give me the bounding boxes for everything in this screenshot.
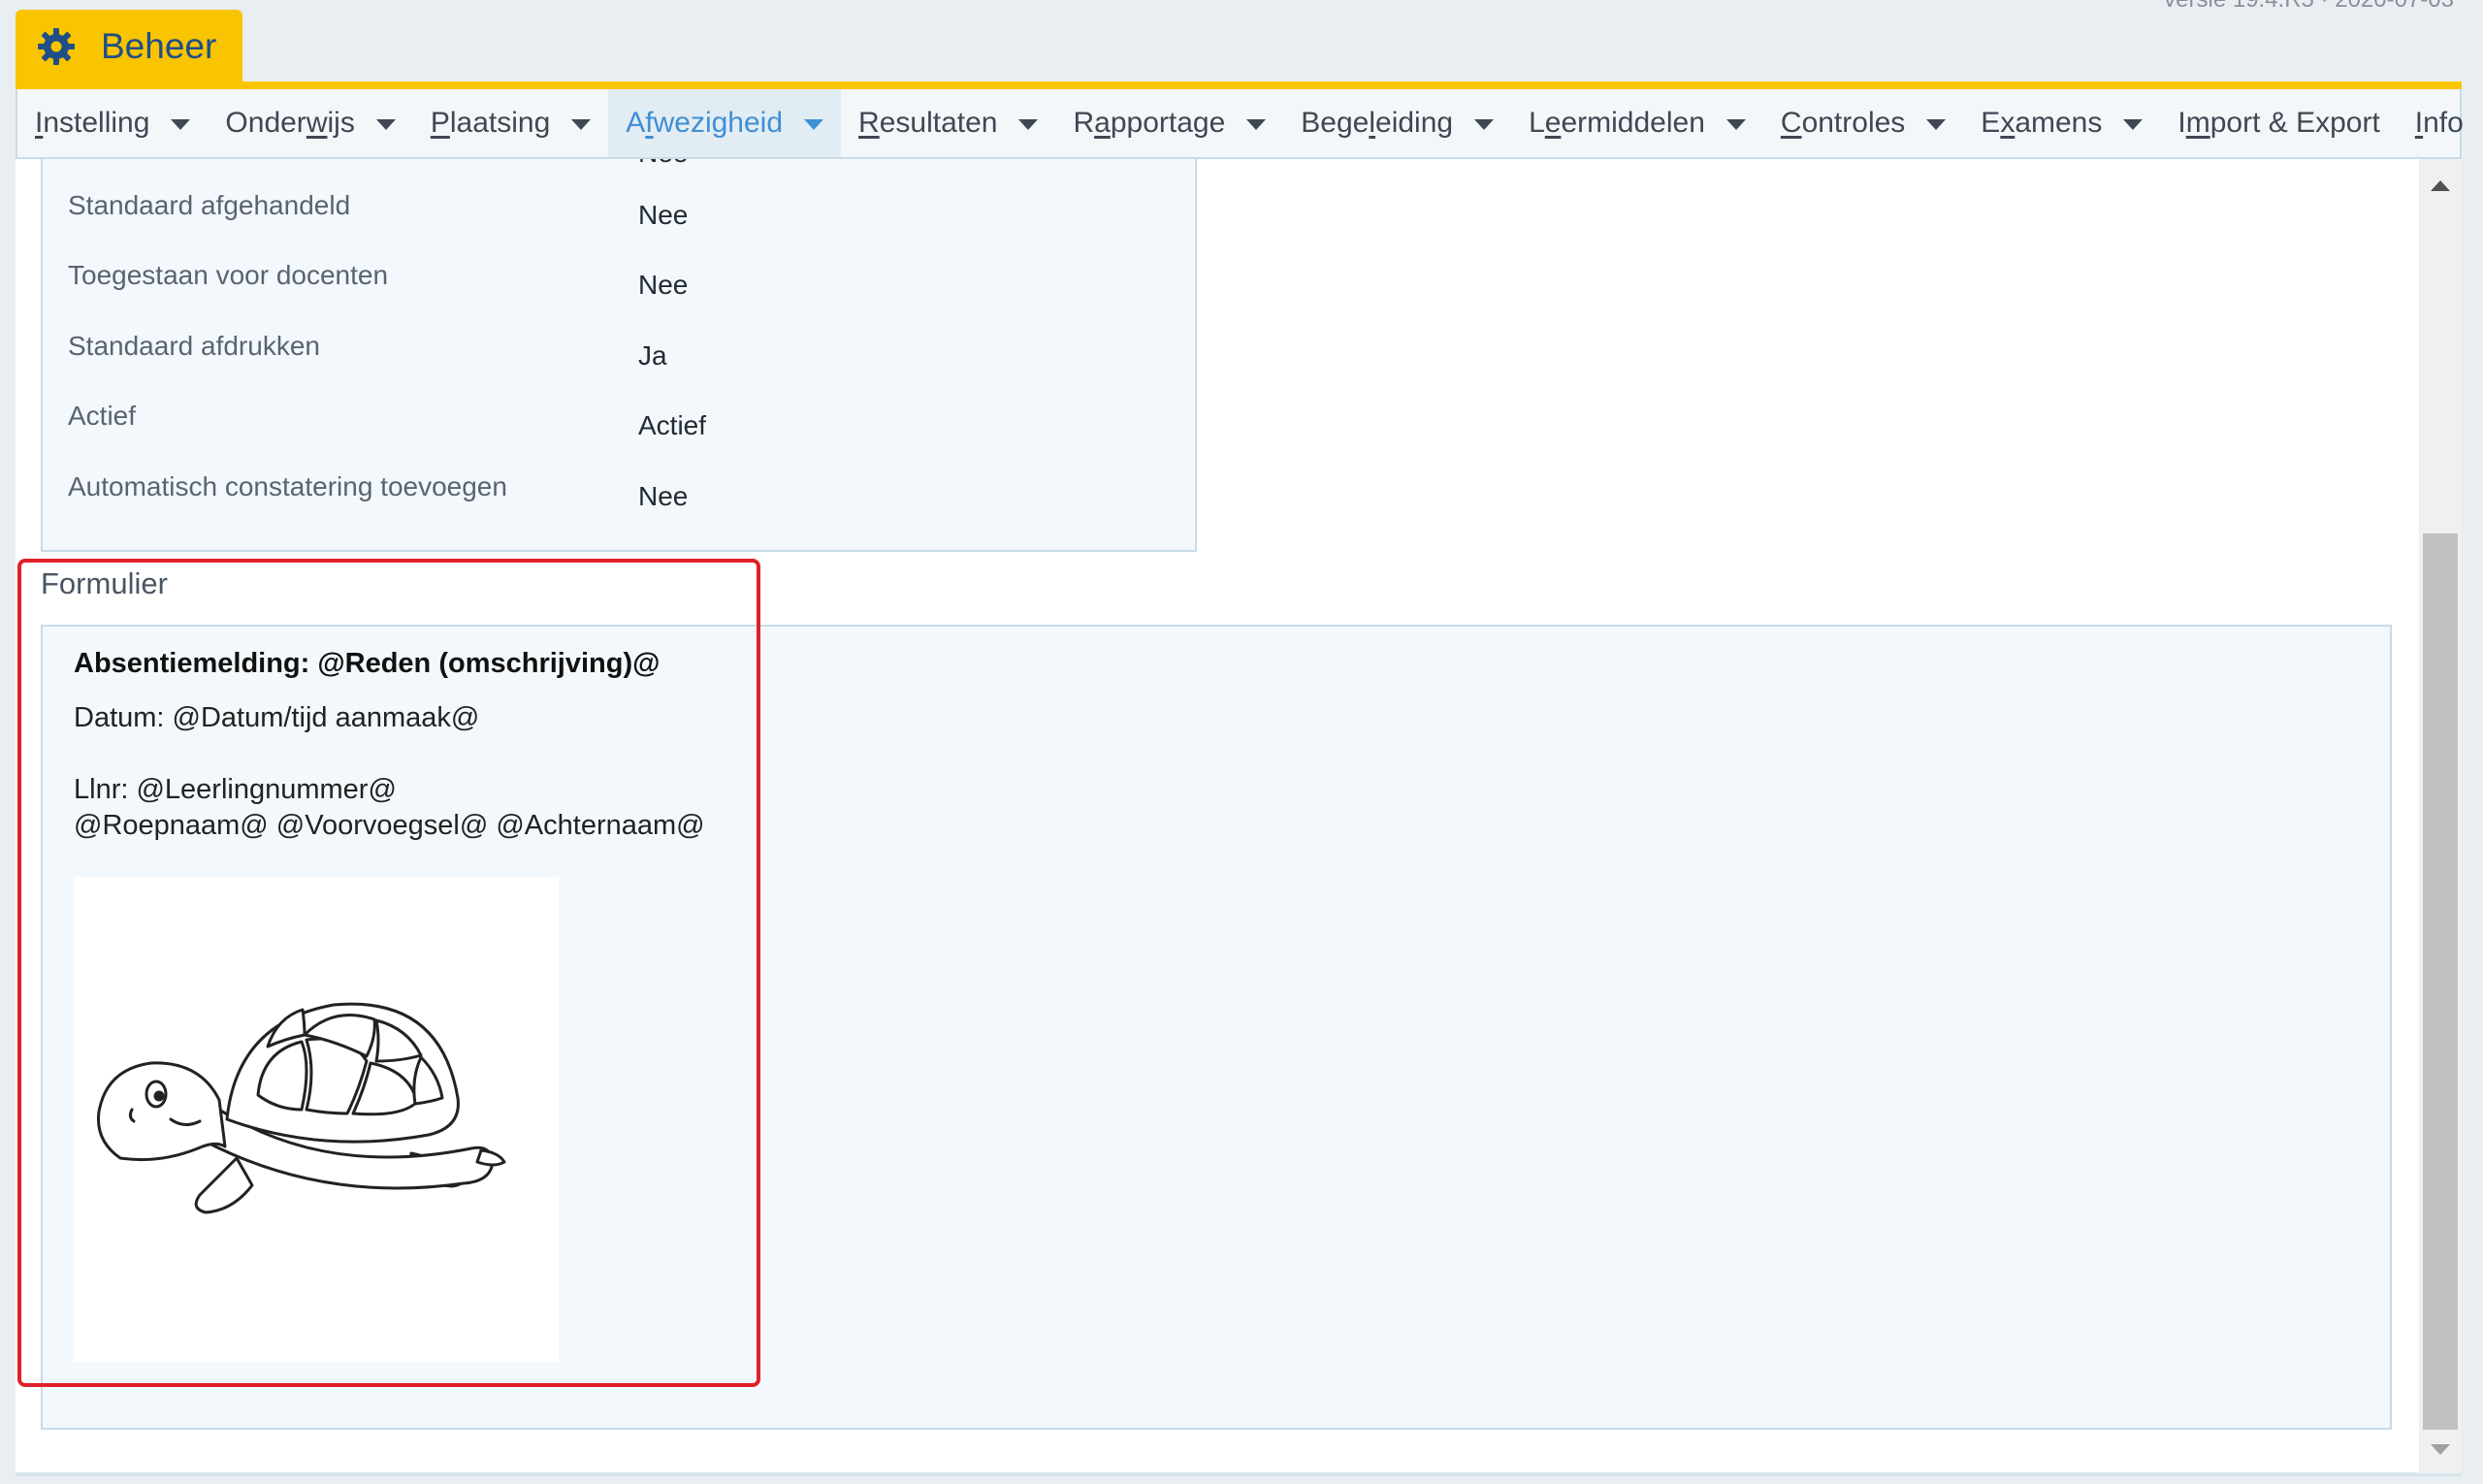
property-row: Toegestaan voor docenten Nee — [43, 254, 1195, 312]
menu-item-info[interactable]: Info — [2398, 89, 2481, 157]
property-value: Nee — [638, 481, 689, 511]
chevron-down-icon — [1926, 119, 1947, 130]
menu-item-rapportage[interactable]: Rapportage — [1055, 89, 1283, 157]
property-label: Standaard afdrukken — [68, 331, 320, 361]
scroll-up-arrow-icon[interactable] — [2431, 180, 2450, 191]
menu-item-label: Controles — [1780, 107, 1906, 139]
chevron-down-icon — [2123, 119, 2144, 130]
menu-item-label: Leermiddelen — [1529, 107, 1705, 139]
vertical-scrollbar[interactable] — [2419, 159, 2462, 1473]
properties-panel: Nee Standaard afgehandeld Nee Toegestaan… — [41, 159, 1197, 552]
chevron-down-icon — [171, 119, 191, 130]
menu-item-label: Plaatsing — [430, 107, 551, 139]
menu-item-instelling[interactable]: Instelling — [17, 89, 208, 157]
menu-item-import-export[interactable]: Import & Export — [2160, 89, 2397, 157]
menu-item-label: Onderwijs — [225, 107, 355, 139]
property-value: Nee — [638, 270, 689, 300]
menu-item-onderwijs[interactable]: Onderwijs — [208, 89, 412, 157]
chevron-down-icon — [375, 119, 396, 130]
menu-item-examens[interactable]: Examens — [1963, 89, 2160, 157]
gear-icon — [38, 28, 75, 65]
property-label: Toegestaan voor docenten — [68, 260, 389, 290]
scroll-thumb[interactable] — [2423, 533, 2458, 1430]
chevron-down-icon — [1725, 119, 1746, 130]
property-row: Automatisch constatering toevoegen Nee — [43, 466, 1195, 524]
version-text: versie 19.4.R5 · 2020-07-03 — [2164, 0, 2454, 14]
module-tab-beheer[interactable]: Beheer — [16, 10, 242, 83]
menu-item-label: Resultaten — [858, 107, 998, 139]
menu-item-plaatsing[interactable]: Plaatsing — [413, 89, 608, 157]
highlight-box — [17, 559, 760, 1387]
main-menu-bar: Instelling Onderwijs Plaatsing Afwezigheid R… — [16, 89, 2464, 159]
chevron-down-icon — [804, 119, 824, 130]
chevron-down-icon — [1474, 119, 1495, 130]
menu-item-label: Afwezigheid — [626, 107, 784, 139]
chevron-down-icon — [571, 119, 592, 130]
menu-item-label: Instelling — [35, 107, 150, 139]
property-value: Nee — [638, 200, 689, 230]
scroll-down-arrow-icon[interactable] — [2431, 1444, 2450, 1455]
menu-item-controles[interactable]: Controles — [1763, 89, 1963, 157]
content-bottom-border — [16, 1472, 2462, 1476]
property-label: Standaard afgehandeld — [68, 190, 351, 220]
property-row: Standaard afgehandeld Nee — [43, 184, 1195, 242]
menu-item-label: Begeleiding — [1301, 107, 1454, 139]
property-value: Actief — [638, 410, 707, 440]
property-row: Standaard afdrukken Ja — [43, 325, 1195, 383]
property-value: Ja — [638, 340, 667, 371]
menu-item-afwezigheid[interactable]: Afwezigheid — [608, 89, 842, 157]
property-label: Automatisch constatering toevoegen — [68, 471, 507, 501]
module-tab-label: Beheer — [101, 26, 217, 66]
menu-item-begeleiding[interactable]: Begeleiding — [1283, 89, 1511, 157]
menu-item-leermiddelen[interactable]: Leermiddelen — [1511, 89, 1763, 157]
menu-item-label: Import & Export — [2177, 107, 2380, 139]
chevron-down-icon — [1246, 119, 1267, 130]
menu-item-resultaten[interactable]: Resultaten — [841, 89, 1055, 157]
menu-item-label: Examens — [1981, 107, 2103, 139]
content-area: Nee Standaard afgehandeld Nee Toegestaan… — [16, 159, 2419, 1473]
property-value: Nee — [638, 159, 688, 169]
property-row: Actief Actief — [43, 395, 1195, 453]
property-label: Actief — [68, 401, 137, 431]
menu-item-label: Info — [2414, 107, 2464, 139]
tab-underline — [16, 81, 2462, 89]
chevron-down-icon — [1018, 119, 1039, 130]
menu-item-label: Rapportage — [1073, 107, 1226, 139]
